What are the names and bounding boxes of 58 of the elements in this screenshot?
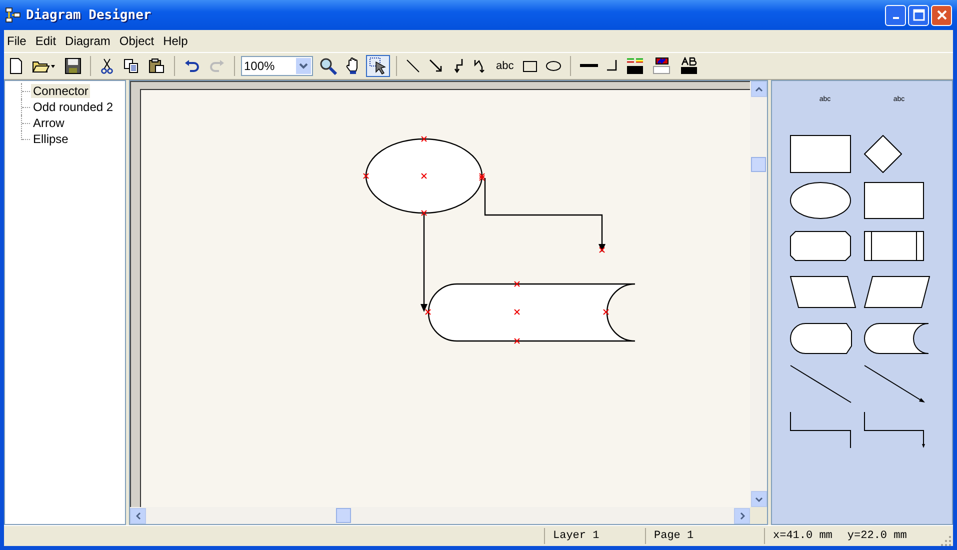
arrow-shape-icon[interactable]	[864, 365, 926, 403]
resize-grip-icon[interactable]	[940, 535, 951, 546]
pointer-icon[interactable]	[366, 55, 390, 77]
diamond-shape-icon[interactable]	[864, 135, 902, 173]
scroll-down-icon	[754, 496, 762, 502]
connection-point-marker	[421, 136, 427, 142]
tree-item[interactable]: Connector	[31, 84, 90, 98]
connection-point-marker	[421, 210, 427, 216]
close-button[interactable]	[931, 4, 952, 26]
layer-status: Layer 1	[545, 528, 646, 544]
save-icon[interactable]	[62, 55, 84, 77]
connection-point-marker	[603, 309, 609, 315]
connection-point-marker	[514, 281, 520, 287]
menu-item[interactable]: Diagram	[65, 34, 110, 48]
connection-point-marker	[421, 173, 427, 179]
octagon-shape-icon[interactable]	[790, 231, 851, 261]
window-title: Diagram Designer	[26, 8, 152, 22]
vertical-scrollbar[interactable]	[750, 81, 767, 507]
ellipse-shape-icon[interactable]	[790, 182, 851, 218]
menu-item[interactable]: File	[7, 34, 26, 48]
minimize-icon	[892, 17, 898, 19]
connection-point-marker	[599, 247, 605, 253]
scroll-thumb[interactable]	[751, 157, 766, 172]
connection-point-marker	[363, 173, 369, 179]
line-shape-icon[interactable]	[790, 365, 852, 403]
scroll-thumb[interactable]	[336, 508, 351, 523]
tree-item[interactable]: Odd rounded 2	[31, 100, 116, 114]
scroll-right-icon	[740, 512, 744, 520]
horizontal-scrollbar[interactable]	[130, 507, 750, 524]
connection-point-marker	[514, 309, 520, 315]
menu-item[interactable]: Object	[119, 34, 154, 48]
rectangle-shape-icon[interactable]	[790, 135, 851, 173]
trapezoid-shape-icon[interactable]	[790, 276, 856, 308]
rectangle-shape-icon[interactable]	[864, 182, 924, 218]
y-coordinate: y=22.0 mm	[847, 530, 907, 542]
tree-item[interactable]: Ellipse	[31, 132, 70, 146]
scroll-left-icon	[136, 512, 140, 520]
elbow-line-icon[interactable]	[790, 412, 851, 448]
page-status: Page 1	[646, 528, 765, 544]
menu-item[interactable]: Edit	[35, 34, 56, 48]
connection-point-marker	[425, 309, 431, 315]
x-coordinate: x=41.0 mm	[773, 530, 832, 542]
app-icon	[5, 7, 21, 23]
minimize-button[interactable]	[885, 4, 906, 26]
maximize-icon	[912, 9, 924, 21]
process-shape-icon[interactable]	[864, 231, 924, 261]
connection-point-marker	[514, 338, 520, 344]
close-icon	[936, 9, 948, 21]
stored-data-shape-icon[interactable]	[864, 322, 929, 354]
text-tool[interactable]: abc	[493, 55, 517, 77]
tree-item[interactable]: Arrow	[31, 116, 66, 130]
menu-item[interactable]: Help	[163, 34, 188, 48]
parallelogram-shape-icon[interactable]	[864, 276, 930, 308]
rounded-shape-icon[interactable]	[790, 322, 852, 354]
zoom-dropdown[interactable]: 100%	[241, 56, 313, 76]
scroll-up-icon	[754, 86, 762, 92]
elbow-arrow-icon[interactable]	[864, 412, 925, 448]
maximize-button[interactable]	[908, 4, 929, 26]
